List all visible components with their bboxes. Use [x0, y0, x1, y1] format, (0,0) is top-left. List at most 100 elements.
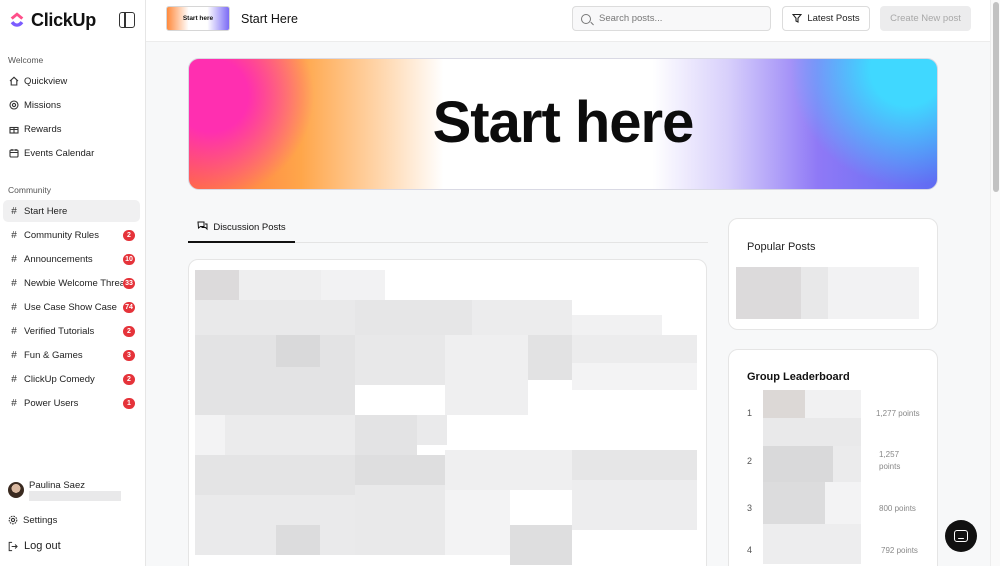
header: Start here Start Here Latest Posts Creat… — [146, 0, 990, 42]
sidebar: ClickUp Welcome Quickview Missions Rewar… — [0, 0, 146, 566]
logout-icon — [8, 541, 18, 551]
redacted-block — [572, 315, 662, 335]
hash-icon: # — [11, 253, 17, 265]
redacted-block — [225, 415, 355, 455]
user-subtitle-redacted — [29, 491, 121, 501]
sidebar-item-announcements[interactable]: # Announcements 10 — [3, 248, 140, 270]
redacted-block — [510, 525, 572, 565]
search-input[interactable] — [599, 13, 769, 24]
sidebar-item-clickup-comedy[interactable]: # ClickUp Comedy 2 — [3, 368, 140, 390]
thumbnail-text: Start here — [182, 15, 214, 22]
redacted-block — [763, 482, 825, 524]
redacted-block — [763, 524, 861, 564]
logo[interactable]: ClickUp — [8, 8, 135, 32]
sidebar-item-quickview[interactable]: Quickview — [3, 70, 140, 92]
logout-link[interactable]: Log out — [8, 537, 138, 555]
search-icon — [581, 13, 591, 24]
redacted-block — [195, 455, 355, 495]
user-profile[interactable]: Paulina Saez — [8, 480, 138, 504]
chat-icon — [954, 530, 968, 542]
redacted-block — [528, 335, 572, 380]
hash-icon: # — [11, 277, 17, 289]
leaderboard-title: Group Leaderboard — [747, 371, 850, 383]
leaderboard-points: 792 points — [881, 546, 918, 555]
redacted-block — [195, 270, 239, 300]
sidebar-item-missions[interactable]: Missions — [3, 94, 140, 116]
unread-badge: 2 — [123, 325, 135, 337]
section-label-welcome: Welcome — [8, 55, 44, 65]
sidebar-toggle-icon[interactable] — [119, 12, 135, 28]
leaderboard-points: 1,277 points — [876, 409, 920, 418]
redacted-block — [239, 270, 321, 300]
logo-text: ClickUp — [31, 9, 96, 30]
posts-feed-card — [188, 259, 707, 566]
redacted-block — [355, 415, 417, 455]
redacted-block — [195, 415, 225, 455]
chat-launcher-button[interactable] — [945, 520, 977, 552]
scrollbar-thumb[interactable] — [993, 2, 999, 192]
redacted-block — [276, 335, 320, 367]
redacted-block — [195, 495, 355, 555]
leaderboard-rank: 4 — [747, 545, 753, 555]
hash-icon: # — [11, 301, 17, 313]
gift-icon — [9, 124, 19, 134]
popular-posts-title: Popular Posts — [747, 241, 816, 253]
redacted-block — [572, 335, 697, 363]
hash-icon: # — [11, 373, 17, 385]
leaderboard-points-unit: points — [879, 462, 901, 471]
hash-icon: # — [11, 349, 17, 361]
logout-label: Log out — [24, 540, 61, 552]
sidebar-item-rewards[interactable]: Rewards — [3, 118, 140, 140]
redacted-block — [276, 525, 320, 555]
tab-discussion-posts[interactable]: Discussion Posts — [188, 213, 295, 243]
leaderboard-points: 800 points — [879, 504, 916, 513]
unread-badge: 33 — [123, 277, 135, 289]
sidebar-item-power-users[interactable]: # Power Users 1 — [3, 392, 140, 414]
create-new-post-button[interactable]: Create New post — [880, 6, 971, 31]
redacted-block — [801, 267, 828, 319]
sidebar-item-events-calendar[interactable]: Events Calendar — [3, 142, 140, 164]
redacted-block — [445, 450, 572, 490]
create-new-post-label: Create New post — [890, 13, 961, 24]
channel-thumbnail: Start here — [166, 6, 230, 31]
user-name: Paulina Saez — [29, 480, 85, 491]
sidebar-item-start-here[interactable]: # Start Here — [3, 200, 140, 222]
hash-icon: # — [11, 229, 17, 241]
redacted-block — [355, 455, 445, 485]
sidebar-item-newbie-welcome-thread[interactable]: # Newbie Welcome Thread 33 — [3, 272, 140, 294]
redacted-block — [355, 335, 445, 385]
hash-icon: # — [11, 397, 17, 409]
sidebar-item-use-case-show-case[interactable]: # Use Case Show Case 74 — [3, 296, 140, 318]
unread-badge: 10 — [123, 253, 135, 265]
latest-posts-label: Latest Posts — [807, 13, 860, 24]
page-scrollbar[interactable] — [990, 0, 1000, 566]
redacted-block — [417, 415, 447, 445]
redacted-block — [445, 335, 528, 415]
settings-link[interactable]: Settings — [8, 511, 138, 529]
tab-label: Discussion Posts — [213, 221, 286, 233]
redacted-block — [195, 335, 355, 415]
hash-icon: # — [11, 205, 17, 217]
redacted-block — [195, 300, 355, 335]
sidebar-item-community-rules[interactable]: # Community Rules 2 — [3, 224, 140, 246]
leaderboard-points: 1,257 — [879, 450, 900, 459]
leaderboard-rank: 2 — [747, 456, 753, 466]
sidebar-item-fun-and-games[interactable]: # Fun & Games 3 — [3, 344, 140, 366]
redacted-block — [572, 480, 697, 530]
section-label-community: Community — [8, 185, 51, 195]
redacted-block — [736, 267, 801, 319]
latest-posts-button[interactable]: Latest Posts — [782, 6, 870, 31]
clickup-logo-icon — [10, 12, 24, 27]
hero-title: Start here — [432, 90, 695, 155]
redacted-block — [355, 300, 472, 335]
hero-banner: Start here — [188, 58, 938, 190]
sidebar-item-verified-tutorials[interactable]: # Verified Tutorials 2 — [3, 320, 140, 342]
popular-posts-card: Popular Posts — [728, 218, 938, 330]
redacted-block — [572, 450, 697, 480]
hash-icon: # — [11, 325, 17, 337]
redacted-block — [355, 485, 445, 555]
settings-label: Settings — [23, 514, 58, 526]
redacted-block — [763, 418, 861, 446]
search-box[interactable] — [572, 6, 771, 31]
leaderboard-rank: 3 — [747, 503, 753, 513]
